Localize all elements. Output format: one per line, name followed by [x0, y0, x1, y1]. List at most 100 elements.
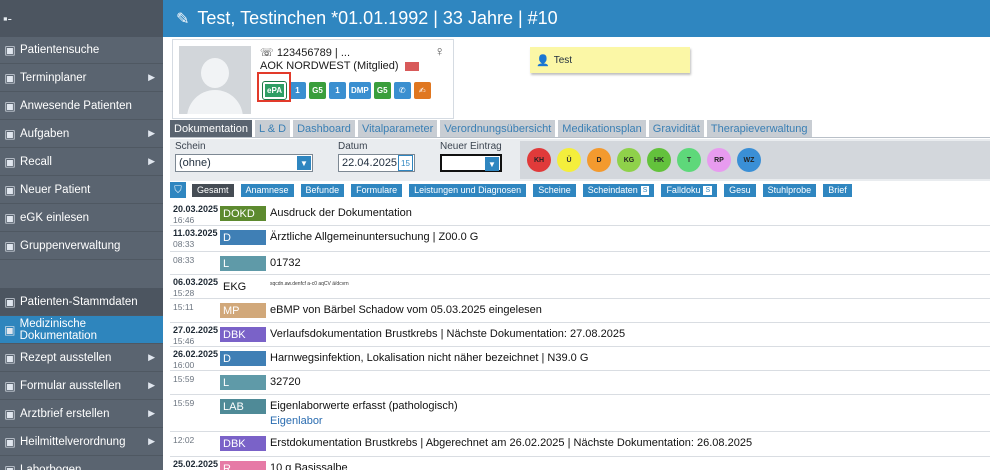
category-button[interactable]: Brief [823, 183, 852, 197]
sidebar-item-label: Patienten-Stammdaten [20, 295, 138, 308]
sign-icon[interactable]: ✍ [413, 82, 431, 99]
table-row[interactable]: 27.02.2025 15:46 DBK Verlaufsdokumentation … [170, 323, 990, 347]
entry-text: 32720 [270, 376, 301, 388]
chevron-right-icon: ▶ [148, 380, 155, 390]
sidebar-item-12[interactable]: ▣ Arztbrief erstellen ▶ [0, 400, 163, 428]
table-row[interactable]: 15:59 L 32720 [170, 371, 990, 395]
entry-time: 16:00 [173, 360, 195, 370]
tab-7[interactable]: Therapieverwaltung [706, 120, 812, 138]
tab-6[interactable]: Gravidität [648, 120, 704, 138]
sidebar-item-3[interactable]: ▣ Aufgaben ▶ [0, 120, 163, 148]
sidebar-item-label: Laborbogen [20, 463, 82, 470]
category-button[interactable]: Gesamt [192, 183, 234, 197]
category-button[interactable]: Scheine [533, 183, 576, 197]
user-icon: 👤 [536, 54, 550, 67]
g5-icon[interactable]: G5 [308, 82, 326, 99]
table-row[interactable]: 08:33 L 01732 [170, 252, 990, 275]
tab-0[interactable]: Dokumentation [170, 120, 252, 138]
neuer-eintrag-select[interactable]: ▼ [440, 154, 502, 172]
sidebar-item-1[interactable]: ▣ Terminplaner ▶ [0, 64, 163, 92]
sidebar-item-label: Arztbrief erstellen [20, 407, 110, 420]
table-row[interactable]: 06.03.2025 15:28 EKG sqcdn.aw.denfcf a-c0 a… [170, 275, 990, 299]
category-button[interactable]: Leistungen und Diagnosen [409, 183, 527, 197]
sidebar-item-9[interactable]: ▣ Medizinische Dokumentation [0, 316, 163, 344]
quick-entry-circle[interactable]: RP [707, 148, 731, 172]
quick-entry-circle[interactable]: KH [527, 148, 551, 172]
patient-card: ☏ 123456789 | ... AOK NORDWEST (Mitglied… [172, 39, 454, 119]
task-icon: ▣ [4, 126, 16, 141]
tab-3[interactable]: Vitalparameter [357, 120, 438, 138]
entry-time: 15:28 [173, 288, 195, 298]
entry-link[interactable]: Eigenlabor [270, 415, 323, 427]
sidebar-item-5[interactable]: ▣ Neuer Patient [0, 176, 163, 204]
quick-entry-circle[interactable]: T [677, 148, 701, 172]
category-button[interactable]: Formulare [351, 183, 403, 197]
sidebar-item-14[interactable]: ▣ Laborbogen [0, 456, 163, 470]
entry-text: 10 g Basissalbe [270, 462, 348, 470]
quick-entry-circle[interactable]: Ü [557, 148, 581, 172]
sidebar-item-11[interactable]: ▣ Formular ausstellen ▶ [0, 372, 163, 400]
quick-entry-circle[interactable]: WZ [737, 148, 761, 172]
calendar-icon[interactable]: 15 [398, 155, 413, 171]
table-row[interactable]: 15:11 MP eBMP von Bärbel Schadow vom 05.03… [170, 299, 990, 323]
quick-entry-circle[interactable]: D [587, 148, 611, 172]
sidebar-item-13[interactable]: ▣ Heilmittelverordnung ▶ [0, 428, 163, 456]
entry-time: 12:02 [173, 435, 195, 445]
category-button[interactable]: Befunde [300, 183, 345, 197]
sidebar-item-label: Heilmittelverordnung [20, 435, 126, 448]
chevron-right-icon: ▶ [148, 72, 155, 82]
sidebar-item-8[interactable]: ▣ Patienten-Stammdaten [0, 288, 163, 316]
sidebar-item-0[interactable]: ▣ Patientensuche [0, 36, 163, 64]
sidebar-item-4[interactable]: ▣ Recall ▶ [0, 148, 163, 176]
datum-field[interactable]: 22.04.2025 15 [338, 154, 415, 172]
chevron-down-icon: ▼ [297, 156, 311, 170]
sidebar-item-7[interactable]: ▣ Gruppenverwaltung [0, 232, 163, 260]
quick-entry-circle[interactable]: HK [647, 148, 671, 172]
form-icon: ▣ [4, 378, 16, 393]
sidebar-item-10[interactable]: ▣ Rezept ausstellen ▶ [0, 344, 163, 372]
table-row[interactable]: 20.03.2025 16:46 DOKD Ausdruck der Dokument… [170, 202, 990, 226]
quick-entry-circle[interactable]: KG [617, 148, 641, 172]
table-row[interactable]: 26.02.2025 16:00 D Harnwegsinfektion, Lokal… [170, 347, 990, 371]
edit-icon[interactable]: ✎ [176, 9, 189, 29]
people-icon: ▣ [4, 98, 16, 113]
dmp-icon[interactable]: DMP [348, 82, 371, 99]
tab-1[interactable]: L & D [255, 120, 291, 138]
entry-type-badge: EKG [223, 280, 247, 293]
filter-icon[interactable]: ⛉ [170, 182, 186, 198]
schein-label: Schein [175, 141, 206, 152]
schein-select[interactable]: (ohne) ▼ [175, 154, 313, 172]
entry-text: Harnwegsinfektion, Lokalisation nicht nä… [270, 352, 589, 364]
entry-time: 15:59 [173, 374, 195, 384]
phone-call-icon[interactable]: ✆ [393, 82, 411, 99]
table-row[interactable]: 25.02.2025 R 10 g Basissalbe [170, 457, 990, 470]
calendar-icon: ▣ [4, 70, 16, 85]
sidebar-item-6[interactable]: ▣ eGK einlesen [0, 204, 163, 232]
tab-4[interactable]: Verordnungsübersicht [440, 120, 556, 138]
category-button[interactable]: Stuhlprobe [762, 183, 817, 197]
tab-5[interactable]: Medikationsplan [558, 120, 646, 138]
collapse-menu-icon[interactable]: ▪‑ [3, 11, 12, 26]
entry-date: 26.02.2025 [173, 349, 219, 359]
note-text: Test [553, 54, 573, 66]
category-button[interactable]: Gesu [724, 183, 756, 197]
table-row[interactable]: 12:02 DBK Erstdokumentation Brustkrebs | A… [170, 432, 990, 457]
document-icon: ▣ [4, 322, 16, 337]
calendar-1-icon[interactable]: 1 [288, 82, 306, 99]
g5b-icon[interactable]: G5 [373, 82, 391, 99]
category-button[interactable]: Scheindaten S [582, 183, 655, 197]
calendar-1b-icon[interactable]: 1 [328, 82, 346, 99]
letter-icon: ▣ [4, 406, 16, 421]
insurance-card-icon[interactable] [404, 61, 419, 71]
category-button[interactable]: Falldoku S [661, 183, 718, 197]
entry-type-badge: D [220, 230, 266, 245]
category-button[interactable]: Anamnese [240, 183, 294, 197]
sidebar-item-label: Anwesende Patienten [20, 99, 132, 112]
tab-2[interactable]: Dashboard [293, 120, 355, 138]
avatar[interactable] [179, 46, 251, 114]
entry-type-badge: DOKD [220, 206, 266, 221]
sticky-note[interactable]: 👤 Test [530, 47, 690, 73]
table-row[interactable]: 15:59 LAB Eigenlaborwerte erfasst (patholo… [170, 395, 990, 432]
table-row[interactable]: 11.03.2025 08:33 D Ärztliche Allgemeinunter… [170, 226, 990, 252]
sidebar-item-2[interactable]: ▣ Anwesende Patienten [0, 92, 163, 120]
